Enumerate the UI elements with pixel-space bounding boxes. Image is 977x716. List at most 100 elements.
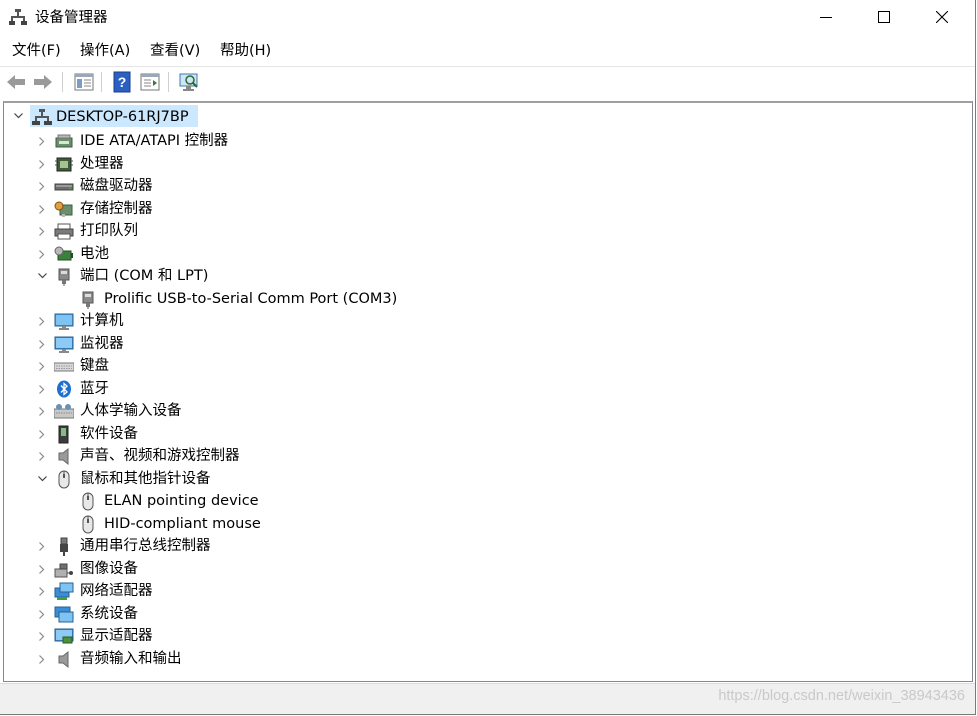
chevron-right-icon[interactable] <box>36 243 48 265</box>
toolbar-separator <box>62 72 63 92</box>
menu-view[interactable]: 查看(V) <box>150 41 200 61</box>
chevron-right-icon[interactable] <box>36 625 48 647</box>
svg-text:?: ? <box>118 74 127 90</box>
window-title: 设备管理器 <box>35 10 108 26</box>
bluetooth-icon <box>54 380 74 398</box>
menu-action[interactable]: 操作(A) <box>80 41 130 61</box>
tree-category-label[interactable]: 通用串行总线控制器 <box>80 537 211 555</box>
chevron-down-icon[interactable] <box>12 105 24 127</box>
tree-category-label[interactable]: 音频输入和输出 <box>80 650 182 668</box>
monitor-icon <box>54 335 74 353</box>
menu-help[interactable]: 帮助(H) <box>220 41 271 61</box>
scan-hardware-icon <box>179 73 198 91</box>
computer-icon <box>54 312 74 330</box>
properties-icon <box>74 73 94 91</box>
forward-button[interactable] <box>32 71 54 93</box>
tree-category-label[interactable]: 磁盘驱动器 <box>80 177 153 195</box>
tree-category-label[interactable]: 监视器 <box>80 335 124 353</box>
chevron-right-icon[interactable] <box>36 580 48 602</box>
software-device-icon <box>54 425 74 443</box>
battery-icon <box>54 245 74 263</box>
tree-device-label[interactable]: Prolific USB-to-Serial Comm Port (COM3) <box>104 290 397 308</box>
port-icon <box>78 290 98 309</box>
keyboard-icon <box>53 357 75 375</box>
close-icon <box>936 11 948 23</box>
scan-hardware-button[interactable] <box>178 71 200 93</box>
hid-icon <box>53 402 75 420</box>
toolbar: ? <box>0 66 975 97</box>
status-bar: https://blog.csdn.net/weixin_38943436 <box>0 683 975 714</box>
minimize-button[interactable] <box>798 0 856 36</box>
help-button[interactable]: ? <box>111 71 133 93</box>
tree-category-label[interactable]: 鼠标和其他指针设备 <box>80 470 211 488</box>
run-icon <box>140 73 160 91</box>
maximize-button[interactable] <box>856 0 914 36</box>
chevron-right-icon[interactable] <box>36 378 48 400</box>
chevron-right-icon[interactable] <box>36 153 48 175</box>
chevron-right-icon[interactable] <box>36 310 48 332</box>
chevron-down-icon[interactable] <box>36 265 48 287</box>
audio-io-icon <box>54 650 74 668</box>
tree-device-label[interactable]: HID-compliant mouse <box>104 515 261 533</box>
chevron-right-icon[interactable] <box>36 445 48 467</box>
tree-category-label[interactable]: 处理器 <box>80 155 124 173</box>
tree-category-label[interactable]: 打印队列 <box>80 222 138 240</box>
display-adapter-icon <box>54 627 74 645</box>
chevron-right-icon[interactable] <box>36 333 48 355</box>
tree-root-label[interactable]: DESKTOP-61RJ7BP <box>56 108 189 126</box>
disk-drive-icon <box>54 177 74 195</box>
tree-category-label[interactable]: 端口 (COM 和 LPT) <box>80 267 208 285</box>
tree-category-label[interactable]: 声音、视频和游戏控制器 <box>80 447 240 465</box>
storage-controller-icon <box>54 200 74 218</box>
maximize-icon <box>878 11 890 23</box>
chevron-down-icon[interactable] <box>36 468 48 490</box>
device-manager-app-icon <box>9 8 27 26</box>
minimize-icon <box>820 17 832 18</box>
toolbar-separator <box>168 72 169 92</box>
ide-controller-icon <box>54 132 74 150</box>
chevron-right-icon[interactable] <box>36 130 48 152</box>
close-button[interactable] <box>914 0 972 36</box>
chevron-right-icon[interactable] <box>36 220 48 242</box>
watermark-text: https://blog.csdn.net/weixin_38943436 <box>718 688 965 704</box>
properties-button[interactable] <box>73 71 95 93</box>
chevron-right-icon[interactable] <box>36 198 48 220</box>
device-manager-window: 设备管理器 文件(F) 操作(A) 查看(V) 帮助(H) ? DESKTOP-… <box>0 0 976 715</box>
network-icon <box>54 582 74 600</box>
chevron-right-icon[interactable] <box>36 603 48 625</box>
menu-file[interactable]: 文件(F) <box>12 41 61 61</box>
printer-icon <box>54 222 74 240</box>
tree-category-label[interactable]: IDE ATA/ATAPI 控制器 <box>80 132 228 150</box>
tree-category-label[interactable]: 电池 <box>80 245 109 263</box>
chevron-right-icon[interactable] <box>36 558 48 580</box>
title-bar[interactable]: 设备管理器 <box>0 0 975 36</box>
menu-bar: 文件(F) 操作(A) 查看(V) 帮助(H) <box>0 37 975 65</box>
chevron-right-icon[interactable] <box>36 648 48 670</box>
port-icon <box>54 267 74 286</box>
back-icon <box>7 75 25 89</box>
chevron-right-icon[interactable] <box>36 175 48 197</box>
chevron-right-icon[interactable] <box>36 423 48 445</box>
mouse-icon <box>78 492 98 511</box>
toolbar-separator <box>101 72 102 92</box>
chevron-right-icon[interactable] <box>36 535 48 557</box>
tree-category-label[interactable]: 蓝牙 <box>80 380 109 398</box>
tree-category-label[interactable]: 软件设备 <box>80 425 138 443</box>
tree-category-label[interactable]: 显示适配器 <box>80 627 153 645</box>
tree-category-label[interactable]: 图像设备 <box>80 560 138 578</box>
tree-category-label[interactable]: 系统设备 <box>80 605 138 623</box>
tree-category-label[interactable]: 人体学输入设备 <box>80 402 182 420</box>
tree-category-label[interactable]: 网络适配器 <box>80 582 153 600</box>
chevron-right-icon[interactable] <box>36 355 48 377</box>
help-icon: ? <box>113 71 131 93</box>
speaker-icon <box>54 447 74 466</box>
tree-category-label[interactable]: 计算机 <box>80 312 124 330</box>
tree-category-label[interactable]: 键盘 <box>80 357 109 375</box>
back-button[interactable] <box>5 71 27 93</box>
chevron-right-icon[interactable] <box>36 400 48 422</box>
tree-category-label[interactable]: 存储控制器 <box>80 200 153 218</box>
mouse-icon <box>54 470 74 488</box>
tree-device-label[interactable]: ELAN pointing device <box>104 492 259 510</box>
device-tree[interactable]: DESKTOP-61RJ7BP IDE ATA/ATAPI 控制器 处理器磁盘驱动… <box>3 101 973 682</box>
run-button[interactable] <box>139 71 161 93</box>
